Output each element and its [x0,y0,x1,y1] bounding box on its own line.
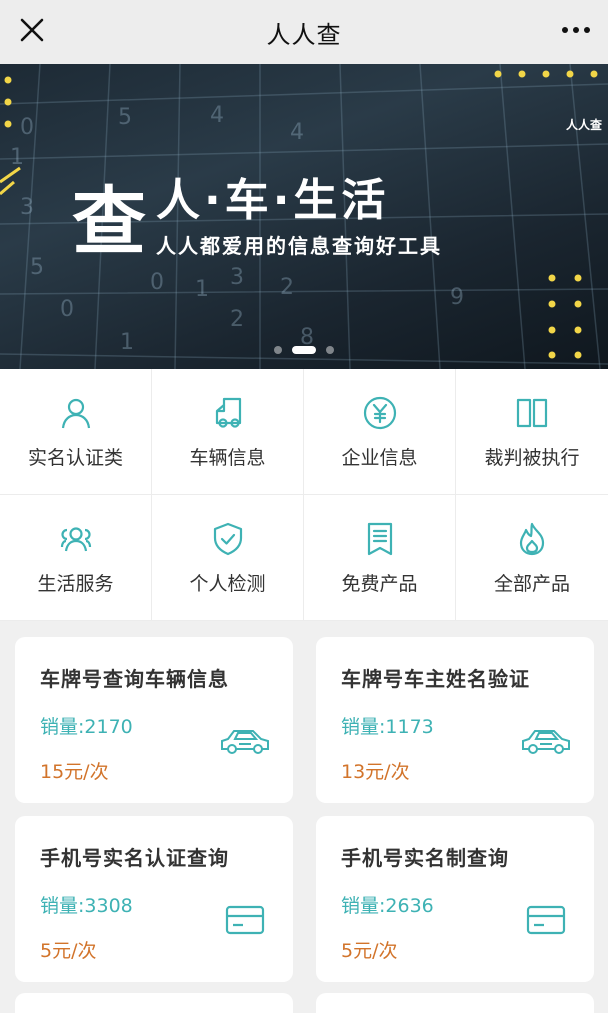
svg-text:4: 4 [290,120,304,145]
product-title: 手机号实名认证查询 [40,846,229,870]
product-list: 车牌号查询车辆信息 销量:2170 15元/次 车牌号车主姓名验证 销量:117… [0,621,608,1013]
menu-item-label: 个人检测 [189,573,266,595]
product-price: 5元/次 [341,940,398,962]
book-icon [516,398,548,428]
svg-text:0: 0 [60,297,74,322]
shield-check-icon [213,522,242,556]
svg-text:5: 5 [30,255,44,280]
menu-item-free[interactable]: 免费产品 [304,495,456,621]
banner-subslogan: 人人都爱用的信息查询好工具 [156,234,442,258]
menu-item-label: 免费产品 [341,573,418,595]
menu-item-enterprise[interactable]: 企业信息 [304,369,456,495]
menu-item-vehicle[interactable]: 车辆信息 [152,369,304,495]
svg-text:5: 5 [118,105,132,130]
yen-icon [363,396,396,430]
bookmark-icon [367,522,392,556]
svg-text:2: 2 [230,307,244,332]
menu-item-label: 全部产品 [493,573,570,595]
menu-item-judgment[interactable]: 裁判被执行 [456,369,608,495]
card-icon [225,905,265,935]
product-card[interactable]: 手机号实名认证查询 销量:3308 5元/次 [15,816,293,982]
svg-text:3: 3 [230,265,244,290]
menu-item-personal-check[interactable]: 个人检测 [152,495,304,621]
product-title: 车牌号车主姓名验证 [341,667,530,691]
promo-banner[interactable]: 0544 5030 1221 8931 人人查 查 人·车·生活 人人都爱用的信… [0,64,608,369]
menu-item-real-name[interactable]: 实名认证类 [0,369,152,495]
menu-item-label: 裁判被执行 [484,447,580,469]
product-card[interactable]: 手机号实名制查询 销量:2636 5元/次 [316,816,594,982]
truck-icon [215,397,241,428]
close-icon[interactable] [16,14,48,46]
svg-text:0: 0 [20,115,34,140]
svg-text:1: 1 [195,277,209,302]
svg-text:4: 4 [210,103,224,128]
menu-item-label: 生活服务 [37,573,114,595]
menu-item-label: 实名认证类 [27,447,123,469]
more-icon[interactable] [558,16,594,44]
product-title: 手机号实名制查询 [341,846,509,870]
carousel-dot[interactable] [274,346,282,354]
product-price: 15元/次 [40,761,109,783]
product-title: 车牌号查询车辆信息 [40,667,229,691]
product-card-partial[interactable] [15,993,293,1013]
banner-big-char: 查 [72,179,146,265]
svg-text:9: 9 [450,285,464,310]
carousel-indicators [0,346,608,354]
banner-slogan: 人·车·生活 [156,175,390,226]
menu-item-all[interactable]: 全部产品 [456,495,608,621]
product-card[interactable]: 车牌号车主姓名验证 销量:1173 13元/次 [316,637,594,803]
menu-item-life-service[interactable]: 生活服务 [0,495,152,621]
svg-text:1: 1 [10,145,24,170]
group-icon [60,527,91,552]
page-title: 人人查 [266,20,342,49]
svg-text:2: 2 [280,275,294,300]
carousel-dot[interactable] [326,346,334,354]
category-menu: 实名认证类 车辆信息 企业信息 裁判被执行 生活服务 个人检测 免费产品 全部产… [0,369,608,621]
carousel-dot-active[interactable] [292,346,316,354]
car-icon [221,730,269,754]
menu-item-label: 企业信息 [341,447,418,469]
product-card-partial[interactable] [316,993,594,1013]
person-icon [61,398,90,429]
product-price: 13元/次 [341,761,410,783]
card-icon [526,905,566,935]
flame-icon [519,522,545,556]
product-price: 5元/次 [40,940,97,962]
banner-brand: 人人查 [565,118,602,132]
car-icon [522,730,570,754]
menu-item-label: 车辆信息 [189,447,266,469]
top-bar: 人人查 [0,0,608,64]
banner-headline: 查 人·车·生活 人人都爱用的信息查询好工具 [72,175,442,265]
svg-text:0: 0 [150,270,164,295]
product-card[interactable]: 车牌号查询车辆信息 销量:2170 15元/次 [15,637,293,803]
svg-text:3: 3 [20,195,34,220]
